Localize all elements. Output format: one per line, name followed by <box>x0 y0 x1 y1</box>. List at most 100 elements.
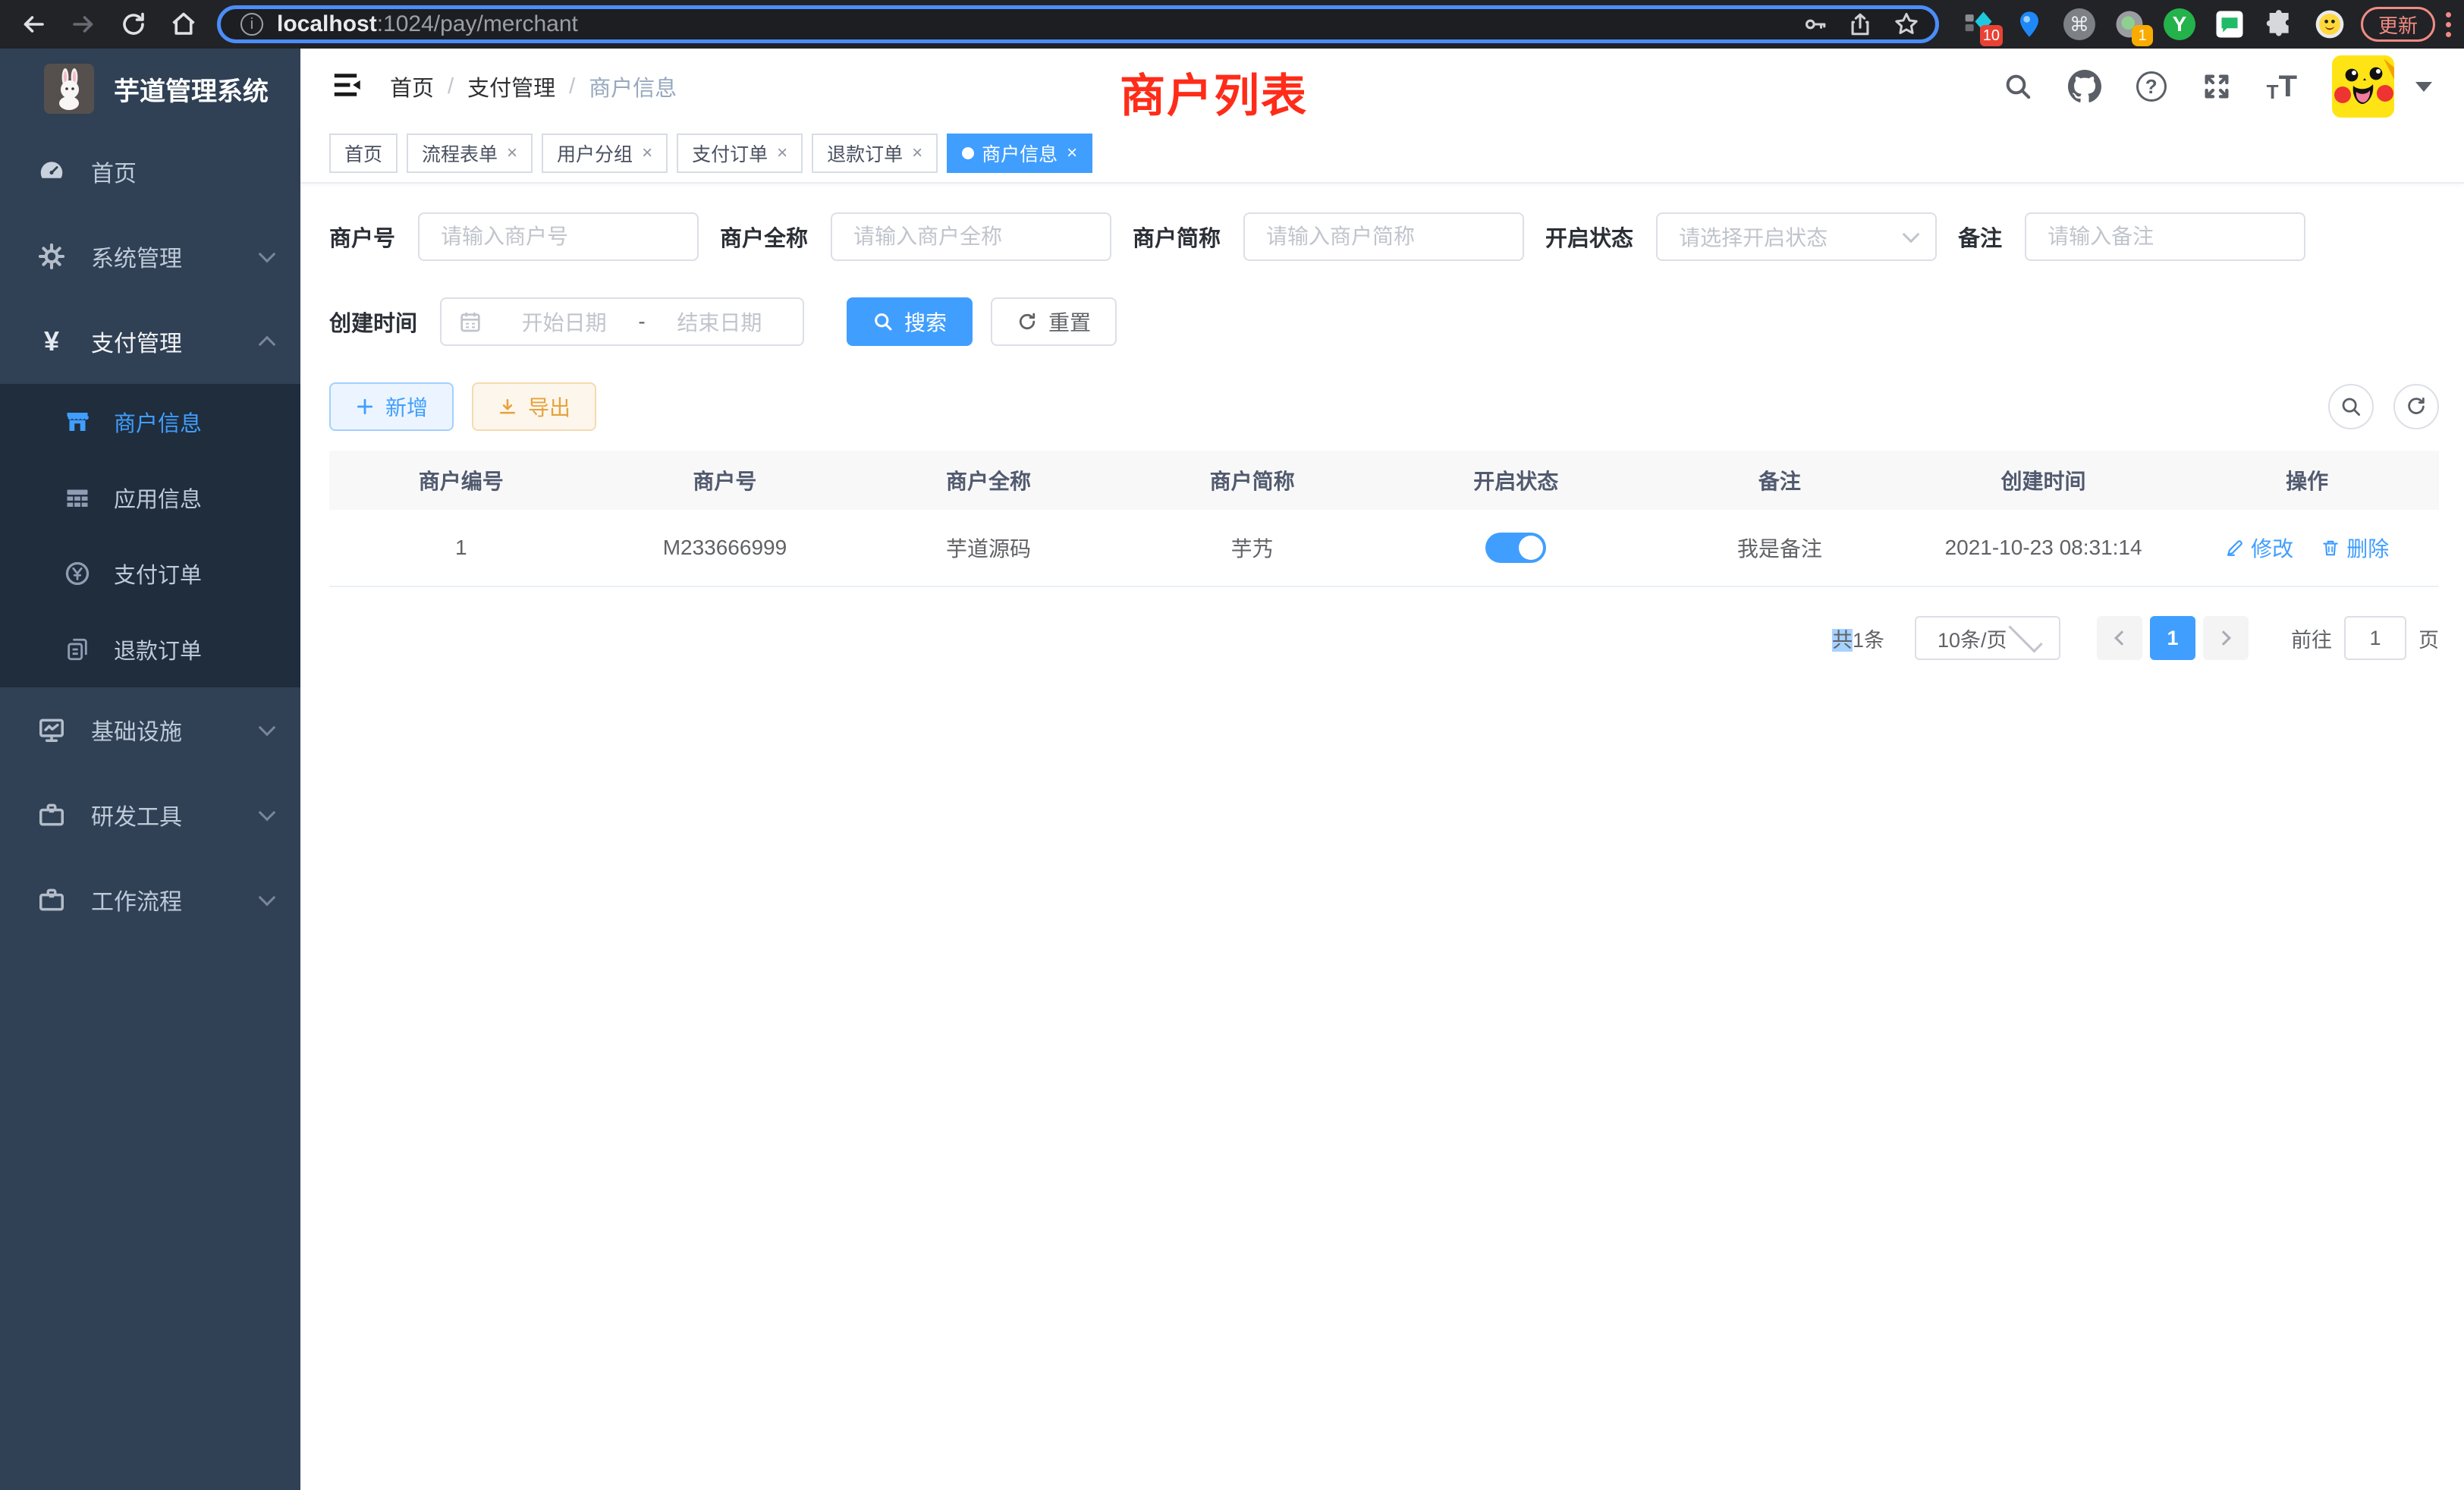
sidebar-item-system[interactable]: 系统管理 <box>0 214 300 299</box>
sidebar-item-workflow[interactable]: 工作流程 <box>0 857 300 942</box>
refresh-table-button[interactable] <box>2393 384 2439 429</box>
app-title: 芋道管理系统 <box>114 71 269 108</box>
payment-submenu: 商户信息 应用信息 支付订单 退款订单 <box>0 384 300 687</box>
extension-pin-icon[interactable] <box>2012 7 2047 42</box>
status-toggle[interactable] <box>1485 533 1546 563</box>
browser-back-icon[interactable] <box>17 8 50 41</box>
page-suffix-label: 页 <box>2418 624 2439 653</box>
close-icon[interactable]: × <box>642 143 652 164</box>
close-icon[interactable]: × <box>777 143 787 164</box>
grid-table-icon <box>61 484 94 511</box>
fullscreen-icon[interactable] <box>2202 71 2232 102</box>
browser-reload-icon[interactable] <box>117 8 150 41</box>
avatar-dropdown-caret-icon[interactable] <box>2415 82 2432 92</box>
tab-home[interactable]: 首页 <box>329 134 398 173</box>
goto-page-input[interactable] <box>2344 616 2406 660</box>
browser-forward-icon[interactable] <box>67 8 100 41</box>
bookmark-star-icon[interactable] <box>1893 11 1920 38</box>
breadcrumb: 首页 / 支付管理 / 商户信息 <box>390 71 677 102</box>
store-icon <box>61 408 94 435</box>
edit-link[interactable]: 修改 <box>2225 533 2293 563</box>
sidebar-item-merchant-info[interactable]: 商户信息 <box>0 384 300 460</box>
extension-blue-diamond-icon[interactable]: 10 <box>1962 7 1997 42</box>
tab-refund-order[interactable]: 退款订单× <box>812 134 938 173</box>
show-search-toggle-button[interactable] <box>2328 384 2374 429</box>
header-search-icon[interactable] <box>2003 71 2033 102</box>
browser-home-icon[interactable] <box>167 8 200 41</box>
create-time-range-picker[interactable]: 开始日期 - 结束日期 <box>440 297 804 346</box>
profile-avatar-icon[interactable] <box>2312 7 2347 42</box>
sidebar-item-pay-order[interactable]: 支付订单 <box>0 536 300 611</box>
tags-view-bar: 首页 流程表单× 用户分组× 支付订单× 退款订单× 商户信息× <box>300 124 2464 184</box>
yuan-circle-icon <box>61 560 94 587</box>
tab-process-form[interactable]: 流程表单× <box>407 134 533 173</box>
pagination-total: 共1条 <box>1832 624 1884 653</box>
chevron-down-icon <box>259 804 276 822</box>
app-logo-row[interactable]: 芋道管理系统 <box>0 49 300 129</box>
briefcase-icon <box>33 885 70 914</box>
add-button[interactable]: 新增 <box>329 382 454 431</box>
delete-link[interactable]: 删除 <box>2321 533 2389 563</box>
calendar-icon <box>458 310 482 334</box>
browser-update-button[interactable]: 更新 <box>2361 7 2435 42</box>
yuan-icon: ¥ <box>33 325 70 357</box>
sidebar-item-home[interactable]: 首页 <box>0 129 300 214</box>
extension-icons: 10 ⌘ 1 Y <box>1962 7 2347 42</box>
sidebar-item-infrastructure[interactable]: 基础设施 <box>0 687 300 772</box>
extension-command-icon[interactable]: ⌘ <box>2062 7 2097 42</box>
breadcrumb-merchant-info: 商户信息 <box>589 71 677 102</box>
full-name-label: 商户全称 <box>720 221 808 253</box>
cell-short-name: 芋艿 <box>1120 533 1384 563</box>
merchant-no-input[interactable] <box>418 212 699 261</box>
extensions-puzzle-icon[interactable] <box>2262 7 2297 42</box>
password-key-icon[interactable] <box>1802 11 1828 37</box>
sidebar-collapse-icon[interactable] <box>332 69 364 105</box>
reset-button[interactable]: 重置 <box>991 297 1117 346</box>
extension-chat-icon[interactable] <box>2212 7 2247 42</box>
help-icon[interactable]: ? <box>2136 71 2167 102</box>
status-label: 开启状态 <box>1545 221 1633 253</box>
goto-label: 前往 <box>2291 624 2332 653</box>
sidebar-item-refund-order[interactable]: 退款订单 <box>0 611 300 687</box>
github-icon[interactable] <box>2068 70 2101 103</box>
page-number-1[interactable]: 1 <box>2150 616 2195 660</box>
tab-merchant-info[interactable]: 商户信息× <box>947 134 1092 173</box>
breadcrumb-home[interactable]: 首页 <box>390 71 434 102</box>
start-date-placeholder[interactable]: 开始日期 <box>498 306 630 337</box>
end-date-placeholder[interactable]: 结束日期 <box>653 306 786 337</box>
full-name-input[interactable] <box>831 212 1111 261</box>
font-size-icon[interactable]: TT <box>2267 71 2297 102</box>
monitor-chart-icon <box>33 715 70 744</box>
extension-gray-circle-icon[interactable]: 1 <box>2112 7 2147 42</box>
address-bar[interactable]: i localhost:1024/pay/merchant <box>217 5 1939 43</box>
chevron-down-icon <box>259 246 276 263</box>
tab-pay-order[interactable]: 支付订单× <box>677 134 803 173</box>
user-avatar[interactable] <box>2332 55 2394 118</box>
sidebar-item-dev-tools[interactable]: 研发工具 <box>0 772 300 857</box>
sidebar: 芋道管理系统 首页 系统管理 ¥ 支付管理 商户信息 <box>0 49 300 1490</box>
share-icon[interactable] <box>1847 11 1873 37</box>
close-icon[interactable]: × <box>912 143 922 164</box>
status-select[interactable]: 请选择开启状态 <box>1656 212 1937 261</box>
site-info-icon[interactable]: i <box>240 13 263 36</box>
extension-y-icon[interactable]: Y <box>2162 7 2197 42</box>
chevron-down-icon <box>2008 618 2043 653</box>
breadcrumb-payment[interactable]: 支付管理 <box>467 71 555 102</box>
next-page-button[interactable] <box>2203 616 2249 660</box>
remark-input[interactable] <box>2025 212 2305 261</box>
table-row: 1 M233666999 芋道源码 芋艿 我是备注 2021-10-23 08:… <box>329 510 2439 587</box>
short-name-input[interactable] <box>1243 212 1524 261</box>
sidebar-item-payment[interactable]: ¥ 支付管理 <box>0 299 300 384</box>
close-icon[interactable]: × <box>1067 143 1077 164</box>
page-size-select[interactable]: 10条/页 <box>1915 616 2060 660</box>
merchant-no-label: 商户号 <box>329 221 395 253</box>
close-icon[interactable]: × <box>507 143 517 164</box>
prev-page-button[interactable] <box>2097 616 2142 660</box>
sidebar-item-app-info[interactable]: 应用信息 <box>0 460 300 536</box>
pagination: 共1条 10条/页 1 前往 页 <box>329 616 2439 660</box>
search-button[interactable]: 搜索 <box>847 297 973 346</box>
export-button[interactable]: 导出 <box>472 382 596 431</box>
browser-menu-icon[interactable] <box>2446 12 2451 37</box>
tab-user-group[interactable]: 用户分组× <box>542 134 668 173</box>
browser-toolbar: i localhost:1024/pay/merchant 10 ⌘ 1 <box>0 0 2464 49</box>
